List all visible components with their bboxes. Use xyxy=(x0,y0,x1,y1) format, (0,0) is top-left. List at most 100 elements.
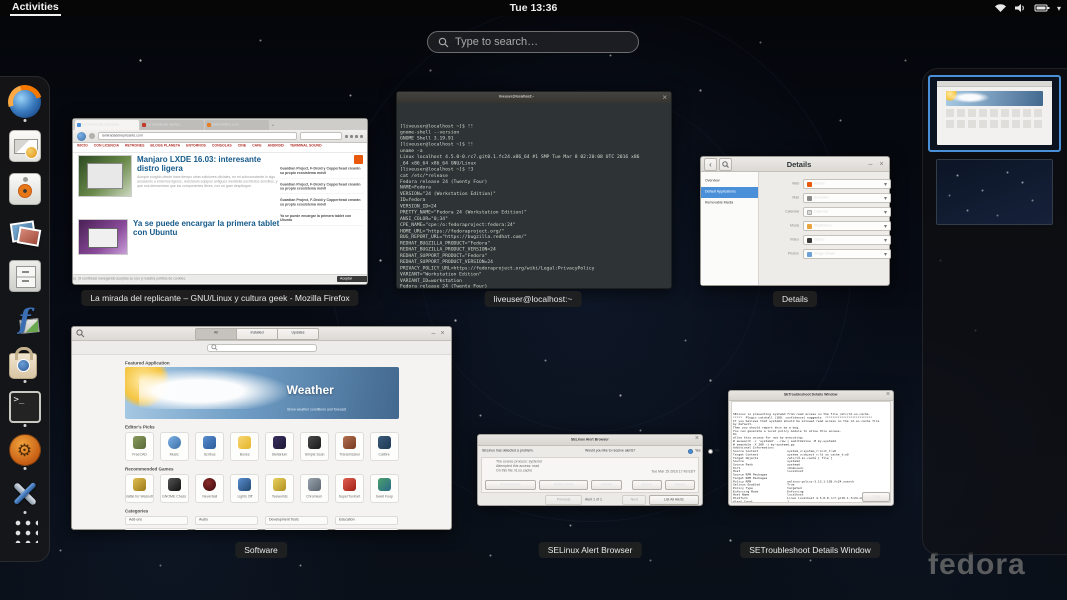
sidebar-item-default-applications[interactable]: Default Applications xyxy=(701,187,758,198)
app-tile[interactable]: Stellarium xyxy=(265,432,294,461)
ignore-button[interactable]: Ignore xyxy=(632,480,662,490)
notify-admin-button[interactable]: Notify Admin xyxy=(539,480,588,490)
category-button[interactable]: Add-ons xyxy=(125,516,188,525)
game-tile[interactable]: Chromium xyxy=(300,474,329,503)
previous-alert-button[interactable]: Previous xyxy=(545,495,582,505)
dock-item-fedora-docs[interactable]: f xyxy=(8,304,42,336)
category-button[interactable]: Office xyxy=(335,528,398,530)
site-nav-item[interactable]: CAFE xyxy=(252,144,262,148)
search-button[interactable] xyxy=(719,158,732,171)
site-nav-item[interactable]: INICIO xyxy=(77,144,88,148)
dock-item-evolution[interactable] xyxy=(8,130,42,162)
featured-app-banner[interactable]: Weather Show weather conditions and fore… xyxy=(125,367,399,419)
article-1[interactable]: Manjaro LXDE 16.03: interesante distro l… xyxy=(78,155,280,203)
workspace-thumbnail-2[interactable] xyxy=(936,159,1053,225)
app-dropdown[interactable]: Calendar ▾ xyxy=(803,207,891,217)
tab-all[interactable]: All xyxy=(195,328,237,340)
url-bar[interactable]: lamiradadelreplicante.com xyxy=(98,132,297,140)
sidebar-item-overview[interactable]: Overview xyxy=(701,176,758,187)
dock-item-rhythmbox[interactable] xyxy=(8,173,42,205)
minimize-icon[interactable]: – xyxy=(429,330,438,337)
dock-item-shotwell[interactable] xyxy=(8,217,42,249)
site-nav-item[interactable]: ENTORNOS xyxy=(186,144,206,148)
close-icon[interactable]: × xyxy=(438,330,447,337)
site-nav-item[interactable]: RETRONES xyxy=(125,144,144,148)
game-tile[interactable]: SuperTuxKart xyxy=(335,474,364,503)
dock-item-software[interactable] xyxy=(8,347,42,379)
window-selinux-alert-browser[interactable]: SELinux Alert Browser × SELinux has dete… xyxy=(477,434,703,506)
browser-search-box[interactable] xyxy=(300,132,342,140)
site-nav-item[interactable]: CINE xyxy=(238,144,246,148)
browser-tab[interactable]: La mirada del replica… xyxy=(140,120,204,130)
game-tile[interactable]: Battle for Wesnoth xyxy=(125,474,154,503)
window-software[interactable]: All Installed Updates – × Featured Appli… xyxy=(71,326,452,530)
notification-badge[interactable] xyxy=(354,155,363,164)
sidebar-post-link[interactable]: Guardian Project, F-Droid y Copperhead c… xyxy=(280,167,364,178)
radio-no[interactable] xyxy=(708,449,713,454)
radio-yes[interactable] xyxy=(688,449,693,454)
game-tile[interactable]: Swell Foop xyxy=(370,474,399,503)
forward-button[interactable] xyxy=(89,133,95,139)
app-dropdown[interactable]: Image Viewer ▾ xyxy=(803,249,891,259)
dock-item-tools[interactable] xyxy=(8,478,42,510)
game-tile[interactable]: Neverball xyxy=(195,474,224,503)
app-tile[interactable]: Boxes xyxy=(230,432,259,461)
search-input[interactable]: Type to search… xyxy=(427,31,639,53)
site-nav-item[interactable]: BLOGS PLANETA xyxy=(150,144,180,148)
app-tile[interactable]: FreeCAD xyxy=(125,432,154,461)
article-title[interactable]: Manjaro LXDE 16.03: interesante distro l… xyxy=(137,155,280,173)
window-settings-details[interactable]: ‹ Details – × Overview Default Applicati… xyxy=(700,156,890,286)
category-button[interactable]: Audio xyxy=(195,516,258,525)
close-icon[interactable]: × xyxy=(695,435,699,442)
app-tile[interactable]: Transmission xyxy=(335,432,364,461)
dock-item-terminal[interactable]: >_ xyxy=(8,391,42,423)
category-button[interactable]: Development Tools xyxy=(265,516,328,525)
close-button[interactable]: Close xyxy=(862,492,890,502)
software-search-entry[interactable] xyxy=(207,344,317,352)
app-tile[interactable]: Calibre xyxy=(370,432,399,461)
app-tile[interactable]: Scribus xyxy=(195,432,224,461)
list-all-alerts-button[interactable]: List All Alerts xyxy=(649,495,699,505)
back-button[interactable]: ‹ xyxy=(704,158,717,171)
dock-item-files[interactable] xyxy=(8,260,42,292)
details-button[interactable]: Details xyxy=(591,480,622,490)
sidebar-item-removable-media[interactable]: Removable Media xyxy=(701,198,758,209)
toolbar-icons[interactable] xyxy=(345,135,363,138)
close-icon[interactable]: × xyxy=(886,391,890,398)
site-nav-item[interactable]: CON LICENCIA xyxy=(94,144,119,148)
browser-tab[interactable]: La mirada del replicante… xyxy=(75,120,139,130)
app-dropdown[interactable]: Evolution ▾ xyxy=(803,193,891,203)
app-tile[interactable]: Simple Scan xyxy=(300,432,329,461)
back-button[interactable] xyxy=(77,132,86,141)
close-icon[interactable]: × xyxy=(877,161,886,168)
app-dropdown[interactable]: Firefox ▾ xyxy=(803,179,891,189)
new-tab-button[interactable]: + xyxy=(272,124,274,128)
activities-button[interactable]: Activities xyxy=(10,1,61,16)
workspace-thumbnail-1-active[interactable] xyxy=(928,75,1061,152)
site-nav-item[interactable]: ANDROID xyxy=(268,144,284,148)
sidebar-post-link[interactable]: Guardian Project, F-Droid y Copperhead c… xyxy=(280,183,364,194)
game-tile[interactable]: Teeworlds xyxy=(265,474,294,503)
window-terminal[interactable]: liveuser@localhost:~ × [liveuser@localho… xyxy=(396,91,672,289)
game-tile[interactable]: Lights Off xyxy=(230,474,259,503)
cookie-accept-button[interactable]: Aceptar xyxy=(337,276,367,282)
tab-updates[interactable]: Updates xyxy=(277,328,319,340)
category-button[interactable]: Internet xyxy=(265,528,328,530)
next-alert-button[interactable]: Next xyxy=(622,495,646,505)
sidebar-post-link[interactable]: Guardian Project, F-Droid y Copperhead c… xyxy=(280,199,364,210)
minimize-icon[interactable]: – xyxy=(866,161,875,168)
dock-item-firefox[interactable] xyxy=(8,86,42,118)
dock-item-selinux-troubleshooter[interactable]: ⚙ xyxy=(8,434,42,466)
window-setroubleshoot-details[interactable]: SETroubleshoot Details Window × SELinux … xyxy=(728,390,894,506)
site-nav-item[interactable]: TERMINAL SOUND xyxy=(290,144,322,148)
clock[interactable]: Tue 13:36 xyxy=(510,2,558,14)
category-button[interactable]: Education xyxy=(335,516,398,525)
app-dropdown[interactable]: Videos ▾ xyxy=(803,235,891,245)
close-icon[interactable]: × xyxy=(662,93,667,102)
app-dropdown[interactable]: Rhythmbox ▾ xyxy=(803,221,891,231)
sidebar-post-link[interactable]: Ya se puede encargar la primera tablet c… xyxy=(280,214,364,225)
system-status-area[interactable]: ▾ xyxy=(994,0,1061,16)
search-icon[interactable] xyxy=(76,329,85,338)
site-nav-item[interactable]: CONSOLAS xyxy=(212,144,232,148)
category-button[interactable]: Graphics xyxy=(195,528,258,530)
